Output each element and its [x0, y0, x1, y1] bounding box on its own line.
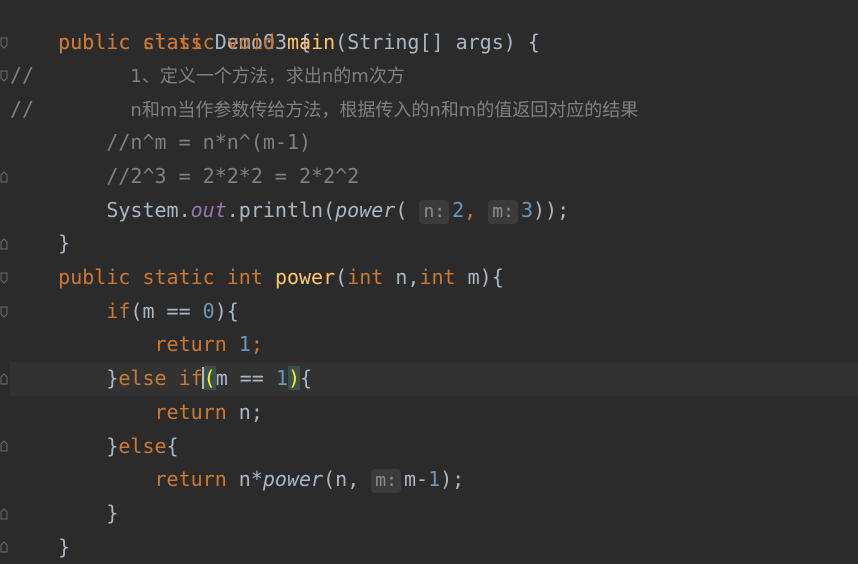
- code-line-5[interactable]: //n^m = n*n^(m-1): [10, 126, 858, 160]
- class-ref: System.: [106, 198, 190, 222]
- method-name: main: [287, 30, 335, 54]
- condition: m ==: [216, 366, 276, 390]
- brace: }: [106, 366, 118, 390]
- keyword: int: [419, 265, 455, 289]
- comment-text: 1、定义一个方法，求出n的m次方: [130, 66, 404, 87]
- keyword: else: [118, 434, 166, 458]
- param: m){: [468, 265, 504, 289]
- number-literal: 1: [276, 366, 288, 390]
- code-line-2[interactable]: public static void main(String[] args) {: [10, 26, 858, 60]
- code-line-10[interactable]: if(m == 0){: [10, 295, 858, 329]
- param: n,: [395, 265, 419, 289]
- code-line-11[interactable]: return 1;: [10, 328, 858, 362]
- brace: {: [167, 434, 179, 458]
- comma: ,: [464, 198, 476, 222]
- number-literal: 3: [521, 198, 533, 222]
- number-literal: 0: [203, 299, 215, 323]
- comment-text: //2^3 = 2*2*2 = 2*2^2: [106, 164, 359, 188]
- brace: }: [106, 434, 118, 458]
- code-line-6[interactable]: //2^3 = 2*2*2 = 2*2^2: [10, 160, 858, 194]
- expression: n;: [239, 400, 263, 424]
- keyword: static: [142, 30, 214, 54]
- keyword: int: [227, 265, 263, 289]
- brace: }: [58, 231, 70, 255]
- method-call: power: [335, 198, 395, 222]
- code-line-14[interactable]: }else{: [10, 430, 858, 464]
- comment-text: //n^m = n*n^(m-1): [106, 130, 311, 154]
- brace: {: [300, 366, 312, 390]
- number-literal: 1: [239, 332, 251, 356]
- keyword: return: [155, 332, 227, 356]
- expression: n*: [239, 467, 263, 491]
- paren: (: [335, 265, 347, 289]
- keyword: else if: [118, 366, 202, 390]
- parameter-hint: m:: [488, 200, 518, 224]
- keyword: void: [227, 30, 275, 54]
- signature: (String[] args) {: [335, 30, 540, 54]
- fold-marker-icon[interactable]: [0, 440, 8, 452]
- method-call: power: [263, 467, 323, 491]
- keyword: int: [347, 265, 383, 289]
- method-name: power: [275, 265, 335, 289]
- gutter: [0, 0, 10, 561]
- matched-paren: (: [204, 366, 216, 390]
- keyword: public: [58, 265, 130, 289]
- code-line-4[interactable]: // n和m当作参数传给方法，根据传入的n和m的值返回对应的结果: [10, 93, 858, 127]
- keyword: public: [58, 30, 130, 54]
- expression: m-: [404, 467, 428, 491]
- static-field: out: [191, 198, 227, 222]
- brace: }: [106, 501, 118, 525]
- fold-marker-icon[interactable]: [0, 171, 8, 183]
- paren: );: [440, 467, 464, 491]
- fold-marker-icon[interactable]: [0, 238, 8, 250]
- fold-marker-icon[interactable]: [0, 508, 8, 520]
- fold-marker-icon[interactable]: [0, 373, 8, 385]
- fold-marker-icon[interactable]: [0, 70, 8, 82]
- paren: (: [395, 198, 407, 222]
- code-line-1[interactable]: public class Demo03 {: [10, 0, 858, 26]
- semicolon: ;: [251, 332, 263, 356]
- fold-marker-icon[interactable]: [0, 306, 8, 318]
- keyword: if: [106, 299, 130, 323]
- brace: ){: [215, 299, 239, 323]
- method-call: .println(: [227, 198, 335, 222]
- code-line-9[interactable]: public static int power(int n,int m){: [10, 261, 858, 295]
- code-line-16[interactable]: }: [10, 497, 858, 531]
- number-literal: 2: [452, 198, 464, 222]
- fold-marker-icon[interactable]: [0, 37, 8, 49]
- keyword: static: [142, 265, 214, 289]
- parameter-hint: n:: [419, 200, 449, 224]
- code-line-12-current[interactable]: }else if(m == 1){: [10, 362, 858, 396]
- code-line-15[interactable]: return n*power(n, m:m-1);: [10, 463, 858, 497]
- comment-text: n和m当作参数传给方法，根据传入的n和m的值返回对应的结果: [130, 100, 638, 121]
- brace: }: [58, 535, 70, 559]
- code-line-3[interactable]: // 1、定义一个方法，求出n的m次方: [10, 59, 858, 93]
- code-editor[interactable]: public class Demo03 { public static void…: [0, 0, 858, 561]
- matched-paren: ): [288, 366, 300, 390]
- code-line-13[interactable]: return n;: [10, 396, 858, 430]
- code-line-17[interactable]: }: [10, 531, 858, 564]
- number-literal: 1: [428, 467, 440, 491]
- comment-slashes: //: [10, 97, 34, 121]
- fold-marker-icon[interactable]: [0, 541, 8, 553]
- paren: ));: [533, 198, 569, 222]
- keyword: return: [155, 400, 227, 424]
- condition: (m ==: [130, 299, 202, 323]
- comment-slashes: //: [10, 63, 34, 87]
- parameter-hint: m:: [371, 469, 401, 493]
- keyword: return: [155, 467, 227, 491]
- code-line-7[interactable]: System.out.println(power( n:2, m:3));: [10, 194, 858, 228]
- code-line-8[interactable]: }: [10, 227, 858, 261]
- args: (n,: [323, 467, 359, 491]
- fold-marker-icon[interactable]: [0, 272, 8, 284]
